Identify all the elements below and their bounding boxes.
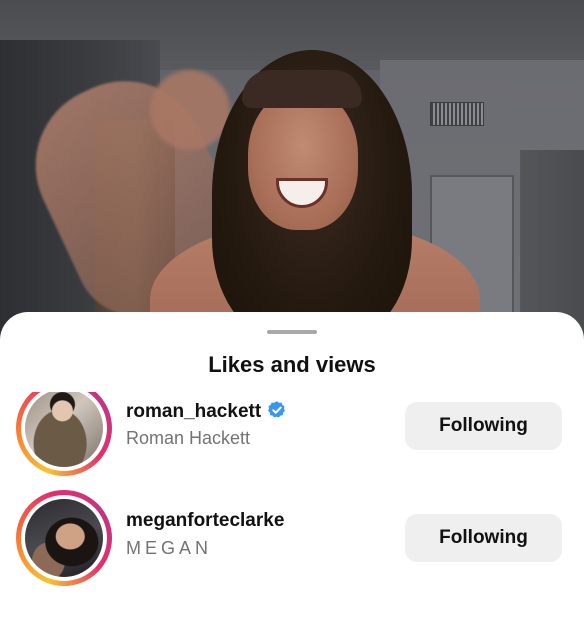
- user-list[interactable]: roman_hackett Roman Hackett Following me…: [0, 392, 584, 624]
- avatar[interactable]: [16, 392, 112, 476]
- following-button[interactable]: Following: [405, 514, 562, 562]
- avatar-photo: [25, 392, 103, 467]
- video-background[interactable]: [0, 0, 584, 360]
- avatar[interactable]: [16, 490, 112, 586]
- likes-and-views-sheet: Likes and views roman_hackett Roman Hack…: [0, 312, 584, 624]
- screen: Likes and views roman_hackett Roman Hack…: [0, 0, 584, 624]
- full-name: Roman Hackett: [126, 428, 251, 448]
- list-item[interactable]: roman_hackett Roman Hackett Following: [0, 392, 584, 478]
- person-hand: [150, 70, 230, 150]
- avatar-photo: [25, 499, 103, 577]
- sheet-title: Likes and views: [208, 352, 376, 377]
- person-headband: [242, 70, 362, 108]
- list-item[interactable]: meganforteclarke MEGAN Following: [0, 488, 584, 588]
- username[interactable]: meganforteclarke: [126, 510, 284, 532]
- username[interactable]: roman_hackett: [126, 400, 287, 423]
- username-text: roman_hackett: [126, 401, 262, 422]
- verified-badge-icon: [268, 401, 286, 418]
- following-button[interactable]: Following: [405, 402, 562, 450]
- full-name: MEGAN: [126, 538, 213, 558]
- drag-handle[interactable]: [267, 330, 317, 334]
- person-face: [248, 90, 358, 230]
- wall-vent: [430, 102, 484, 126]
